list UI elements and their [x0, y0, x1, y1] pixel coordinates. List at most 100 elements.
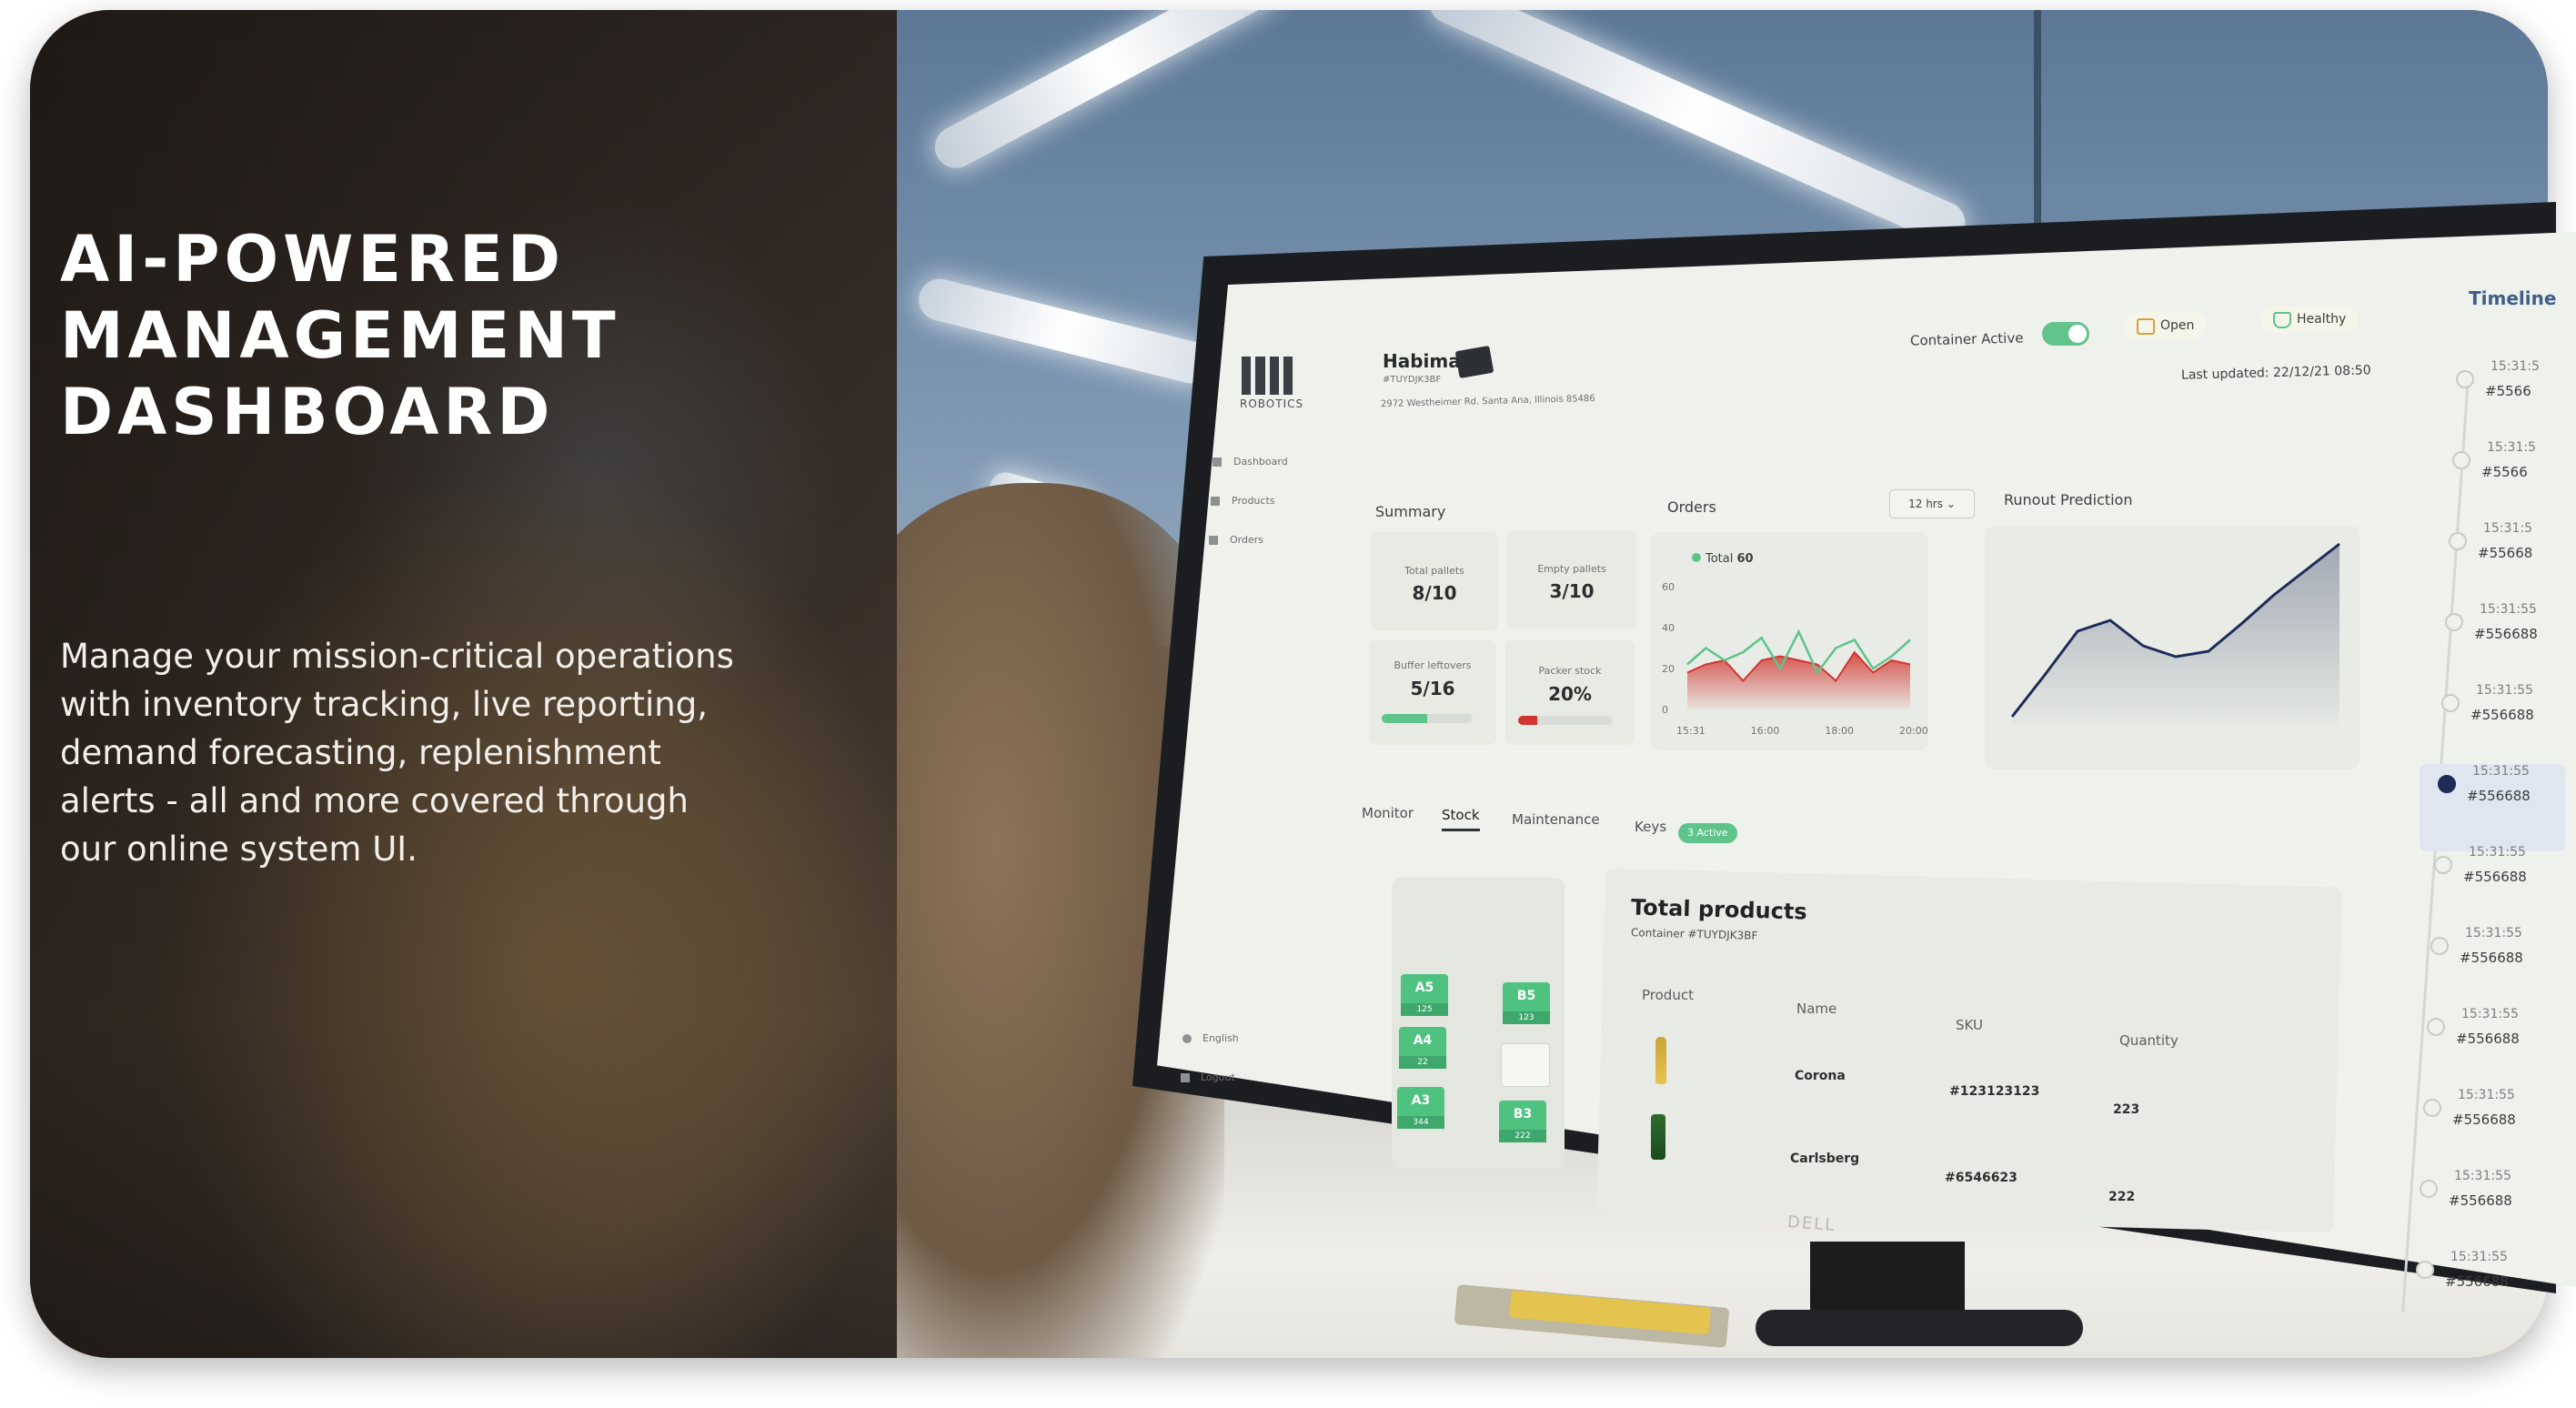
orders-icon: [1209, 536, 1218, 545]
slot-b4-empty[interactable]: [1501, 1043, 1550, 1087]
tab-maintenance[interactable]: Maintenance: [1512, 811, 1600, 828]
container-active-label: Container Active: [1909, 329, 2024, 349]
timeline-dot[interactable]: [2423, 1099, 2441, 1117]
summary-tile: Packer stock 20%: [1505, 639, 1635, 745]
nav-item-dashboard[interactable]: Dashboard: [1233, 456, 1288, 468]
slot-count: 344: [1397, 1116, 1444, 1129]
timeline-title: Timeline: [2469, 287, 2557, 309]
window-frame: [2034, 10, 2041, 246]
buffer-progress-bar: [1382, 714, 1473, 723]
timeline-id: #556688: [2463, 869, 2527, 885]
slot-a4[interactable]: A4 22: [1399, 1027, 1446, 1069]
x-tick-label: 16:00: [1751, 725, 1780, 737]
slot-a3[interactable]: A3 344: [1397, 1087, 1444, 1129]
tile-value: 20%: [1548, 683, 1592, 705]
timeline-id: #556688: [2449, 1192, 2512, 1209]
logout-link[interactable]: Logout: [1201, 1071, 1235, 1083]
headline-line: AI-POWERED: [60, 222, 565, 297]
nav-item-orders[interactable]: Orders: [1230, 534, 1263, 546]
timeline-id: #556688: [2474, 626, 2538, 642]
logout-icon: [1181, 1073, 1190, 1082]
timeline-id: #556688: [2467, 788, 2531, 804]
tile-value: 8/10: [1412, 582, 1457, 604]
timeline-dot[interactable]: [2445, 613, 2463, 631]
range-select[interactable]: 12 hrs ⌄: [1889, 489, 1975, 518]
total-products-title: Total products: [1630, 894, 1808, 925]
y-tick-label: 60: [1662, 581, 1675, 593]
status-health-label: Healthy: [2297, 312, 2347, 327]
column-name: Name: [1796, 1001, 1837, 1017]
ceiling-light: [1423, 10, 1972, 251]
range-select-value: 12 hrs: [1908, 498, 1943, 510]
runout-area: [2012, 544, 2340, 726]
product-quantity: 223: [2113, 1102, 2140, 1117]
timeline-dot[interactable]: [2441, 694, 2460, 712]
monitor-stand-base: [1756, 1310, 2083, 1346]
summary-tile: Empty pallets 3/10: [1507, 530, 1636, 629]
timeline-dot[interactable]: [2449, 532, 2467, 550]
summary-title: Summary: [1375, 503, 1446, 520]
tab-monitor[interactable]: Monitor: [1362, 805, 1414, 821]
tile-value: 5/16: [1410, 678, 1455, 699]
buffer-progress-fill: [1382, 714, 1427, 723]
runout-chart-panel: [1985, 526, 2360, 769]
robotics-logo: [1242, 357, 1293, 395]
timeline-dot[interactable]: [2452, 451, 2470, 469]
timeline-time: 15:31:55: [2472, 764, 2530, 779]
dashboard-icon: [1213, 458, 1222, 467]
slot-count: 222: [1499, 1130, 1546, 1142]
timeline-time: 15:31:55: [2469, 845, 2526, 860]
language-icon: [1182, 1034, 1192, 1043]
packer-progress-bar: [1518, 716, 1613, 725]
beer-bottle-icon: [1655, 1037, 1666, 1084]
tile-label: Packer stock: [1538, 665, 1602, 677]
timeline-time: 15:31:55: [2461, 1007, 2519, 1021]
tab-stock[interactable]: Stock: [1442, 807, 1480, 831]
status-open-badge: Open: [2124, 312, 2208, 339]
headline-line: DASHBOARD: [60, 375, 555, 449]
packer-progress-fill: [1518, 716, 1537, 725]
slot-count: 125: [1401, 1003, 1448, 1016]
timeline-dot[interactable]: [2430, 937, 2449, 955]
timeline-id: #556688: [2452, 1111, 2516, 1128]
tab-keys[interactable]: Keys: [1635, 819, 1666, 835]
slot-b3[interactable]: B3 222: [1499, 1101, 1546, 1142]
runout-chart: [2010, 542, 2340, 726]
timeline-time: 15:31:55: [2480, 602, 2537, 617]
timeline-id: #5566: [2485, 383, 2531, 399]
language-selector[interactable]: English: [1202, 1032, 1239, 1044]
nav-item-products[interactable]: Products: [1232, 495, 1275, 507]
slot-label: B3: [1513, 1107, 1533, 1121]
timeline-time: 15:31:55: [2465, 926, 2522, 940]
column-sku: SKU: [1956, 1017, 1983, 1033]
timeline-id: #556688: [2460, 950, 2523, 966]
chevron-down-icon: ⌄: [1946, 498, 1956, 510]
tile-label: Total pallets: [1404, 565, 1464, 577]
timeline-dot[interactable]: [2434, 856, 2452, 874]
y-tick-label: 0: [1662, 704, 1668, 716]
shield-icon: [2273, 312, 2291, 328]
slot-label: B5: [1516, 989, 1536, 1003]
timeline-dot[interactable]: [2420, 1180, 2438, 1198]
x-tick-label: 15:31: [1676, 725, 1706, 737]
slot-b5[interactable]: B5 123: [1503, 982, 1550, 1024]
timeline-dot[interactable]: [2416, 1261, 2434, 1279]
timeline-time: 15:31:55: [2454, 1169, 2511, 1183]
tile-label: Empty pallets: [1537, 563, 1606, 575]
timeline-dot[interactable]: [2438, 775, 2456, 793]
description-line: Manage your mission-critical operations: [60, 637, 734, 676]
container-active-toggle[interactable]: [2042, 322, 2089, 346]
tile-label: Buffer leftovers: [1394, 659, 1472, 671]
orders-chart: Total 60604020015:31 16:00 18:00 20:00: [1662, 552, 1928, 737]
x-tick-label: 18:00: [1825, 725, 1854, 737]
timeline-dot[interactable]: [2456, 370, 2474, 388]
status-health-badge: Healthy: [2260, 306, 2360, 333]
timeline-id: #556688: [2470, 707, 2534, 723]
timeline-dot[interactable]: [2427, 1018, 2445, 1036]
description-line: demand forecasting, replenishment: [60, 733, 661, 772]
slot-a5[interactable]: A5 125: [1401, 974, 1448, 1016]
timeline-id: #55668: [2478, 545, 2533, 561]
y-tick-label: 20: [1662, 663, 1675, 675]
headline-line: MANAGEMENT: [60, 298, 620, 373]
timeline-time: 15:31:5: [2487, 440, 2536, 455]
